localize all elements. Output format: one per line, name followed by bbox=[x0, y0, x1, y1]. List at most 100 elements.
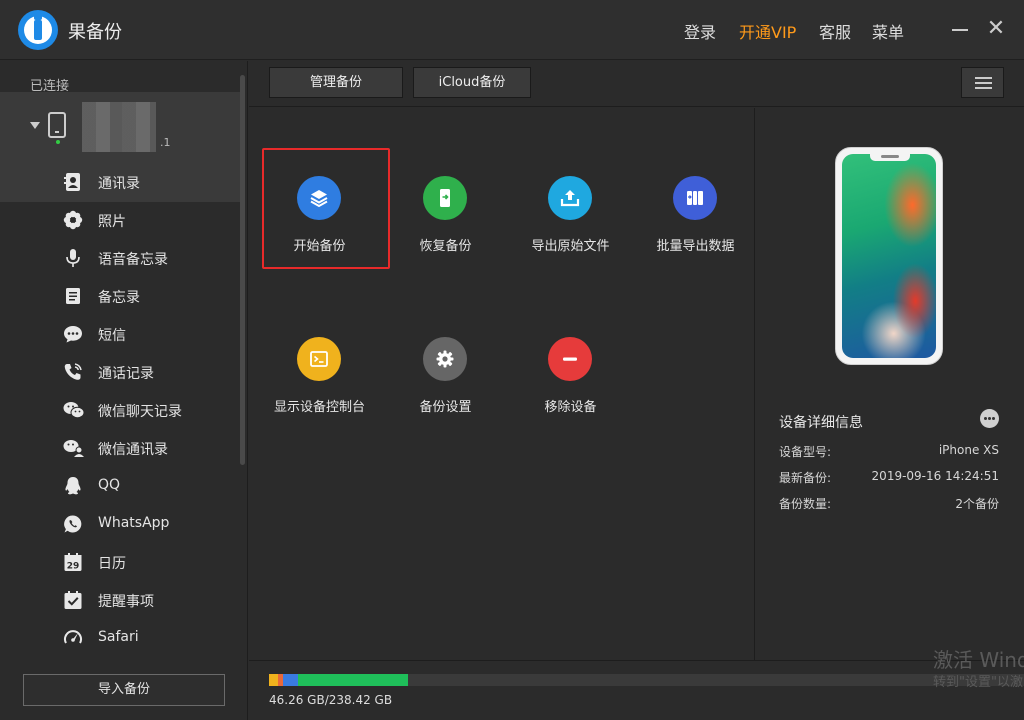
sidebar-item-label: 备忘录 bbox=[98, 290, 140, 306]
remove-device-button[interactable]: 移除设备 bbox=[508, 307, 633, 425]
main-toolbar: 管理备份 iCloud备份 bbox=[249, 61, 1024, 107]
tab-icloud-backup[interactable]: iCloud备份 bbox=[413, 67, 531, 98]
detail-key-backup-count: 备份数量: bbox=[779, 497, 832, 511]
connected-status-dot bbox=[56, 140, 60, 144]
sidebar-item-label: 通话记录 bbox=[98, 366, 154, 382]
service-link[interactable]: 客服 bbox=[819, 19, 851, 43]
sidebar-item-contacts[interactable]: 通讯录 bbox=[60, 163, 230, 201]
layers-icon bbox=[297, 176, 341, 220]
sidebar-item-label: 语音备忘录 bbox=[98, 252, 168, 268]
sidebar-item-messages[interactable]: 短信 bbox=[60, 315, 230, 353]
calendar-badge: 29 bbox=[67, 562, 80, 572]
storage-usage-bar bbox=[269, 674, 1024, 686]
app-logo-icon bbox=[18, 10, 58, 50]
detail-value-model: iPhone XS bbox=[938, 443, 999, 457]
device-screen-wallpaper bbox=[842, 154, 936, 358]
sidebar-item-calendar[interactable]: 29 日历 bbox=[60, 543, 230, 581]
sidebar-item-qq[interactable]: QQ bbox=[60, 467, 230, 505]
sidebar-item-label: 日历 bbox=[98, 556, 126, 572]
sidebar-item-label: 微信通讯录 bbox=[98, 442, 168, 458]
contacts-icon bbox=[63, 172, 83, 192]
sidebar-item-label: 提醒事项 bbox=[98, 594, 154, 610]
activation-watermark-subtitle: 转到"设置"以激 bbox=[933, 675, 1023, 690]
tab-manage-backup[interactable]: 管理备份 bbox=[269, 67, 403, 98]
sidebar-item-wechat-chat[interactable]: 微信聊天记录 bbox=[60, 391, 230, 429]
app-title: 果备份 bbox=[68, 22, 122, 43]
calendar-icon: 29 bbox=[63, 552, 83, 572]
expand-caret-icon[interactable] bbox=[30, 122, 40, 129]
sidebar-item-notes[interactable]: 备忘录 bbox=[60, 277, 230, 315]
vip-link[interactable]: 开通VIP bbox=[739, 19, 796, 43]
backup-settings-button[interactable]: 备份设置 bbox=[383, 307, 508, 425]
phone-icon bbox=[48, 112, 66, 138]
batch-export-button[interactable]: 批量导出数据 bbox=[633, 146, 758, 264]
device-name-blurred bbox=[82, 102, 156, 152]
sidebar-item-whatsapp[interactable]: WhatsApp bbox=[60, 505, 230, 543]
start-backup-button[interactable]: 开始备份 bbox=[257, 146, 382, 264]
action-label: 显示设备控制台 bbox=[273, 400, 365, 415]
safari-icon bbox=[63, 628, 83, 648]
photos-icon bbox=[63, 210, 83, 230]
whatsapp-icon bbox=[63, 514, 83, 534]
microphone-icon bbox=[63, 248, 83, 268]
phone-call-icon bbox=[63, 362, 83, 382]
import-backup-button[interactable]: 导入备份 bbox=[23, 674, 225, 706]
sidebar-item-safari[interactable]: Safari bbox=[60, 619, 230, 657]
sidebar-item-label: 照片 bbox=[98, 214, 126, 230]
sidebar-item-call-history[interactable]: 通话记录 bbox=[60, 353, 230, 391]
detail-value-backup-count: 2个备份 bbox=[955, 497, 999, 511]
message-icon bbox=[63, 324, 83, 344]
footer-divider bbox=[249, 660, 1024, 661]
sidebar-item-reminders[interactable]: 提醒事项 bbox=[60, 581, 230, 619]
reminder-icon bbox=[63, 590, 83, 610]
batch-export-icon bbox=[673, 176, 717, 220]
action-grid: 开始备份 恢复备份 导出原始文件 批量导出数据 显示设备控制台 备份设置 移除设… bbox=[249, 108, 754, 661]
panel-divider bbox=[754, 108, 755, 661]
notes-icon bbox=[63, 286, 83, 306]
title-bar: 果备份 登录 开通VIP 客服 菜单 ✕ bbox=[0, 0, 1024, 60]
sidebar-item-wechat-contacts[interactable]: 微信通讯录 bbox=[60, 429, 230, 467]
sidebar-item-label: WhatsApp bbox=[98, 515, 170, 531]
activation-watermark-title: 激活 Wind bbox=[933, 648, 1024, 672]
minimize-button[interactable] bbox=[948, 15, 972, 43]
storage-segment-3 bbox=[298, 674, 408, 686]
action-label: 批量导出数据 bbox=[656, 239, 735, 254]
detail-key-latest-backup: 最新备份: bbox=[779, 471, 832, 485]
phone-restore-icon bbox=[423, 176, 467, 220]
wechat-icon bbox=[63, 400, 85, 420]
sidebar-item-photos[interactable]: 照片 bbox=[60, 201, 230, 239]
device-console-button[interactable]: 显示设备控制台 bbox=[257, 307, 382, 425]
storage-segment-0 bbox=[269, 674, 278, 686]
device-name-suffix: .1 bbox=[160, 136, 171, 149]
close-icon[interactable]: ✕ bbox=[984, 15, 1008, 43]
gear-icon bbox=[423, 337, 467, 381]
sidebar-item-label: 短信 bbox=[98, 328, 126, 344]
sidebar-item-label: 通讯录 bbox=[98, 176, 140, 192]
wechat-contacts-icon bbox=[63, 438, 84, 458]
storage-usage-text: 46.26 GB/238.42 GB bbox=[269, 693, 393, 707]
storage-segment-2 bbox=[283, 674, 298, 686]
action-label: 恢复备份 bbox=[419, 239, 472, 254]
more-options-icon[interactable] bbox=[980, 409, 999, 428]
device-image bbox=[835, 147, 943, 365]
menu-link[interactable]: 菜单 bbox=[872, 19, 904, 43]
action-label: 移除设备 bbox=[544, 400, 597, 415]
list-view-button[interactable] bbox=[961, 67, 1004, 98]
sidebar-scrollbar[interactable] bbox=[240, 75, 245, 465]
restore-backup-button[interactable]: 恢复备份 bbox=[383, 146, 508, 264]
detail-value-latest-backup: 2019-09-16 14:24:51 bbox=[871, 469, 999, 483]
detail-key-model: 设备型号: bbox=[779, 445, 832, 459]
sidebar-item-label: 微信聊天记录 bbox=[98, 404, 182, 420]
terminal-icon bbox=[297, 337, 341, 381]
upload-tray-icon bbox=[548, 176, 592, 220]
sidebar-item-voice-memos[interactable]: 语音备忘录 bbox=[60, 239, 230, 277]
export-raw-files-button[interactable]: 导出原始文件 bbox=[508, 146, 633, 264]
minus-circle-icon bbox=[548, 337, 592, 381]
action-label: 备份设置 bbox=[419, 400, 472, 415]
login-link[interactable]: 登录 bbox=[684, 19, 716, 43]
action-label: 开始备份 bbox=[293, 239, 346, 254]
qq-icon bbox=[63, 476, 83, 496]
device-details-title: 设备详细信息 bbox=[779, 415, 863, 431]
sidebar: 已连接 .1 通讯录 照片 语音备忘录 备忘录 短信 通话记录 微信聊天记录 微… bbox=[0, 61, 248, 720]
sidebar-item-label: Safari bbox=[98, 629, 139, 645]
